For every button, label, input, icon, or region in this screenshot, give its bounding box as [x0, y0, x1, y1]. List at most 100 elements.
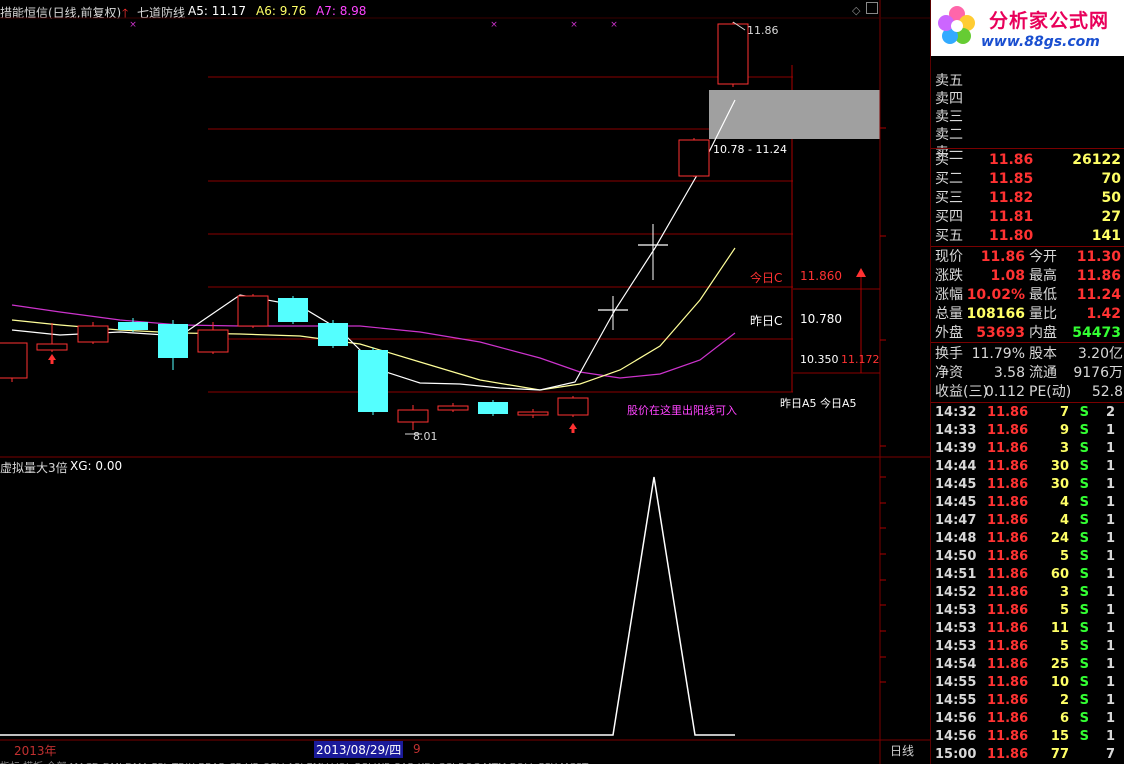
- tick-row: 14:53 11.86 5 S 1: [931, 602, 1117, 620]
- quote-row: 现价 11.86 今开 11.30: [931, 248, 1124, 266]
- buy-level-label: 买五: [935, 228, 963, 244]
- period-label[interactable]: 日线: [890, 742, 914, 759]
- up-candle: [36, 343, 68, 351]
- tick-price: 11.86: [987, 711, 1029, 726]
- tick-price: 11.86: [987, 441, 1029, 456]
- sell-level-label: 卖五: [935, 73, 963, 89]
- tick-count: 1: [1105, 459, 1115, 474]
- buy-level-price: 11.81: [989, 209, 1034, 225]
- tick-row: 15:00 11.86 77 7: [931, 746, 1117, 764]
- tick-volume: 30: [1050, 477, 1069, 492]
- tick-volume: 60: [1050, 567, 1069, 582]
- sell-level-row: 卖四: [931, 90, 1124, 108]
- buy-level-volume: 50: [1101, 190, 1121, 206]
- tick-count: 1: [1105, 531, 1115, 546]
- buy-level-volume: 141: [1091, 228, 1121, 244]
- tick-time: 14:39: [935, 441, 977, 456]
- tick-row: 14:47 11.86 4 S 1: [931, 512, 1117, 530]
- buy-level-price: 11.86: [989, 152, 1034, 168]
- a5-today-value: 11.172: [841, 353, 880, 366]
- quote-row: 外盘 53693 内盘 54473: [931, 324, 1124, 342]
- today-c-label: 今日C: [750, 271, 783, 285]
- tick-row: 14:45 11.86 30 S 1: [931, 476, 1117, 494]
- tick-time: 14:55: [935, 675, 977, 690]
- buy-level-row: 买五 11.80 141: [931, 227, 1124, 245]
- tick-count: 2: [1105, 405, 1115, 420]
- tick-row: 14:53 11.86 11 S 1: [931, 620, 1117, 638]
- quote-row: 涨跌 1.08 最高 11.86: [931, 267, 1124, 285]
- tick-price: 11.86: [987, 693, 1029, 708]
- tick-side: S: [1079, 531, 1089, 546]
- up-candle: [237, 295, 269, 327]
- quote-row: 总量 108166 量比 1.42: [931, 305, 1124, 323]
- tick-price: 11.86: [987, 747, 1029, 762]
- tick-row: 14:44 11.86 30 S 1: [931, 458, 1117, 476]
- tick-row: 14:45 11.86 4 S 1: [931, 494, 1117, 512]
- tick-price: 11.86: [987, 531, 1029, 546]
- sell-level-row: 卖五: [931, 72, 1124, 90]
- current-date-label: 2013/08/29/四: [314, 741, 404, 758]
- tick-volume: 25: [1050, 657, 1069, 672]
- up-candle: [197, 329, 229, 353]
- finance-label: 净资: [935, 365, 963, 381]
- tick-volume: 5: [1059, 549, 1069, 564]
- tick-side: S: [1079, 711, 1089, 726]
- up-candle: [678, 139, 710, 177]
- sell-level-row: 卖三: [931, 108, 1124, 126]
- tick-price: 11.86: [987, 495, 1029, 510]
- sell-level-label: 卖二: [935, 127, 963, 143]
- kline-chart-area[interactable]: 措能恒信(日线,前复权) 🡑 七道防线 A5: 11.17 A6: 9.76 A…: [0, 0, 930, 764]
- tick-time: 14:53: [935, 603, 977, 618]
- tick-time: 14:51: [935, 567, 977, 582]
- buy-level-row: 买四 11.81 27: [931, 208, 1124, 226]
- main-chart-canvas: × × × ×: [0, 0, 930, 764]
- quote-label: 最低: [1029, 287, 1057, 303]
- tick-count: 1: [1105, 585, 1115, 600]
- up-arrow-marker: [856, 268, 866, 277]
- high-price-label: 11.86: [747, 24, 779, 37]
- finance-label: PE(动): [1029, 384, 1072, 400]
- tick-row: 14:55 11.86 10 S 1: [931, 674, 1117, 692]
- tick-row: 14:53 11.86 5 S 1: [931, 638, 1117, 656]
- down-candle: [158, 324, 188, 358]
- quote-label: 最高: [1029, 268, 1057, 284]
- indicator-tabs[interactable]: 指标 模板 全部 MACD DMI DMA FSL TRIX BRAR CR V…: [0, 758, 930, 764]
- cross-marker-icon: ×: [129, 20, 137, 30]
- tick-time: 14:32: [935, 405, 977, 420]
- down-candle: [358, 350, 388, 412]
- tick-count: 1: [1105, 549, 1115, 564]
- tick-side: S: [1079, 441, 1089, 456]
- quote-value: 11.86: [980, 249, 1025, 265]
- buy-signal-arrow: [569, 423, 577, 429]
- buy-level-volume: 26122: [1072, 152, 1121, 168]
- tick-volume: 15: [1050, 729, 1069, 744]
- finance-row: 净资 3.58 流通 9176万: [931, 364, 1124, 382]
- tick-count: 1: [1105, 513, 1115, 528]
- up-candle: [0, 342, 28, 379]
- buy-signal-arrow-stem: [50, 360, 54, 364]
- tick-row: 14:39 11.86 3 S 1: [931, 440, 1117, 458]
- sell-level-row: 卖二: [931, 126, 1124, 144]
- up-candle: [717, 23, 749, 85]
- tick-time: 14:56: [935, 729, 977, 744]
- low-price-label: 8.01: [413, 430, 438, 443]
- tick-side: S: [1079, 459, 1089, 474]
- tick-time: 14:55: [935, 693, 977, 708]
- tick-count: 1: [1105, 621, 1115, 636]
- a5-prev-value: 10.350: [800, 353, 839, 366]
- tick-side: S: [1079, 729, 1089, 744]
- buy-level-row: 买二 11.85 70: [931, 170, 1124, 188]
- buy-level-label: 买一: [935, 152, 963, 168]
- quote-label: 现价: [935, 249, 963, 265]
- a5-footer-labels: 昨日A5 今日A5: [780, 397, 857, 410]
- quote-label: 量比: [1029, 306, 1057, 322]
- buy-level-volume: 27: [1101, 209, 1121, 225]
- finance-label: 股本: [1029, 346, 1057, 362]
- tick-row: 14:32 11.86 7 S 2: [931, 404, 1117, 422]
- tick-count: 1: [1105, 567, 1115, 582]
- tick-price: 11.86: [987, 657, 1029, 672]
- cross-marker-icon: ×: [490, 20, 498, 30]
- entry-hint: 股价在这里出阳线可入: [627, 404, 737, 417]
- tick-side: S: [1079, 639, 1089, 654]
- tick-count: 1: [1105, 729, 1115, 744]
